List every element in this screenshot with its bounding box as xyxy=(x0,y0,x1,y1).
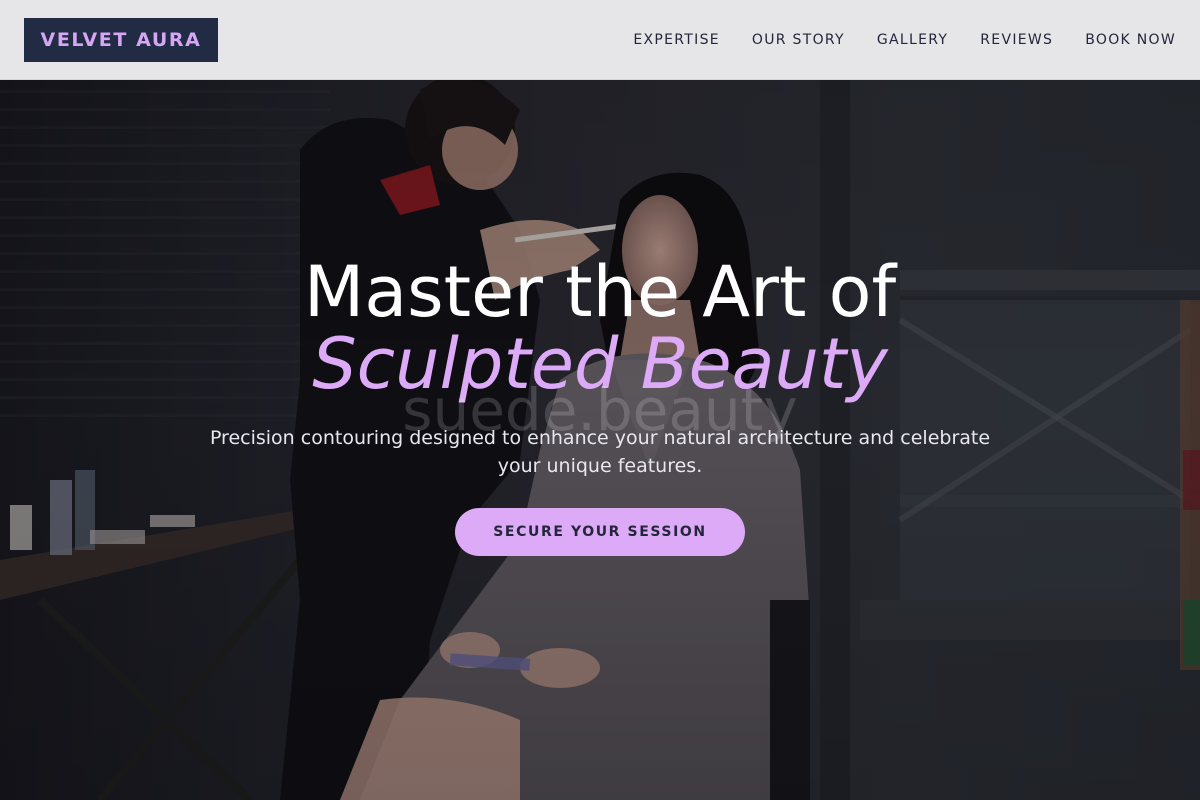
nav-item-reviews[interactable]: REVIEWS xyxy=(980,32,1053,48)
secure-session-button[interactable]: SECURE YOUR SESSION xyxy=(455,508,745,556)
nav-item-expertise[interactable]: EXPERTISE xyxy=(633,32,720,48)
navbar: VELVET AURA EXPERTISE OUR STORY GALLERY … xyxy=(0,0,1200,80)
nav-item-our-story[interactable]: OUR STORY xyxy=(752,32,845,48)
hero-content: Master the Art of Sculpted Beauty suede.… xyxy=(0,0,1200,800)
nav-links: EXPERTISE OUR STORY GALLERY REVIEWS BOOK… xyxy=(633,0,1176,80)
nav-item-gallery[interactable]: GALLERY xyxy=(877,32,948,48)
nav-item-book-now[interactable]: BOOK NOW xyxy=(1085,32,1176,48)
hero-subtitle: Precision contouring designed to enhance… xyxy=(209,427,991,477)
hero-section: Master the Art of Sculpted Beauty suede.… xyxy=(0,0,1200,800)
brand-logo[interactable]: VELVET AURA xyxy=(24,18,218,62)
